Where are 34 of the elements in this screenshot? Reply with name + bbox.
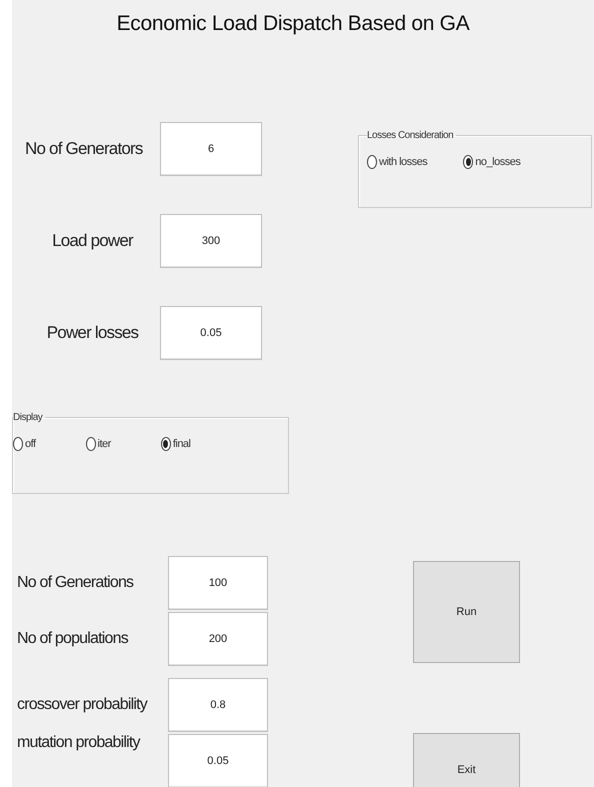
radio-label: off bbox=[25, 438, 36, 450]
radio-option[interactable]: no_losses bbox=[463, 155, 520, 169]
field-label: Load power bbox=[51, 231, 134, 251]
window-title: Economic Load Dispatch Based on GA bbox=[116, 11, 471, 36]
field-label: No of populations bbox=[17, 630, 130, 648]
radio-option[interactable]: final bbox=[160, 437, 190, 451]
group-title: Display bbox=[13, 412, 44, 423]
input-field[interactable]: 300 bbox=[160, 214, 262, 268]
radio-label: iter bbox=[98, 438, 111, 450]
radio-label: no_losses bbox=[475, 156, 520, 168]
group-title: Losses Consideration bbox=[367, 130, 454, 141]
radio-button[interactable] bbox=[367, 155, 377, 169]
run-button[interactable]: Run bbox=[413, 561, 520, 663]
radio-option[interactable]: off bbox=[13, 437, 36, 451]
radio-button[interactable] bbox=[463, 155, 474, 169]
radio-button[interactable] bbox=[13, 437, 23, 451]
input-field[interactable]: 0.05 bbox=[168, 734, 268, 787]
field-label: Power losses bbox=[46, 323, 140, 343]
field-label: mutation probability bbox=[17, 734, 142, 752]
input-field[interactable]: 6 bbox=[160, 122, 262, 176]
radio-label: with losses bbox=[379, 156, 428, 168]
radio-label: final bbox=[172, 438, 190, 450]
radio-option[interactable]: iter bbox=[86, 437, 111, 451]
input-field[interactable]: 100 bbox=[168, 556, 268, 610]
field-label: crossover probability bbox=[17, 696, 148, 714]
radio-button[interactable] bbox=[160, 437, 171, 451]
input-field[interactable]: 0.05 bbox=[160, 306, 262, 360]
field-label: No of Generations bbox=[17, 574, 134, 592]
exit-button[interactable]: Exit bbox=[413, 733, 520, 787]
input-field[interactable]: 200 bbox=[168, 612, 268, 666]
input-field[interactable]: 0.8 bbox=[168, 678, 268, 732]
radio-button[interactable] bbox=[86, 437, 96, 451]
radio-option[interactable]: with losses bbox=[367, 155, 428, 169]
field-label: No of Generators bbox=[25, 139, 144, 159]
